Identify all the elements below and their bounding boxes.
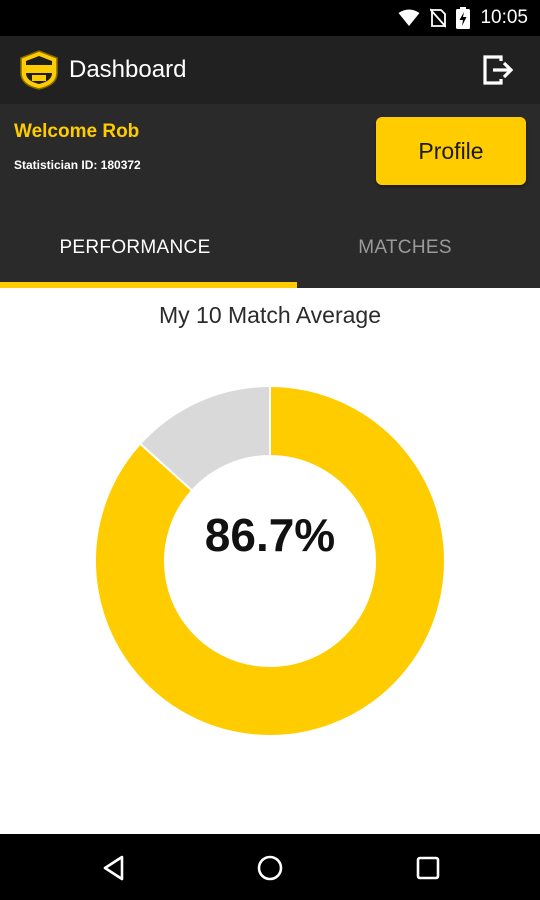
statistician-id: Statistician ID: 180372 [14,158,141,172]
logout-button[interactable] [478,50,518,90]
no-sim-icon [430,8,447,28]
app-logo-icon [20,50,58,90]
status-bar: 10:05 [0,0,540,36]
wifi-icon [398,9,420,26]
logout-icon [483,55,514,85]
recents-icon [416,856,440,880]
app-bar: Dashboard [0,36,540,104]
tab-matches[interactable]: MATCHES [270,208,540,288]
welcome-text: Welcome Rob [14,121,140,142]
nav-home-button[interactable] [248,846,292,890]
tab-performance[interactable]: PERFORMANCE [0,208,270,288]
app-title: Dashboard [69,56,187,83]
donut-center-value: 86.7% [204,509,336,561]
performance-content: My 10 Match Average 86.7% [0,288,540,834]
system-nav-bar [0,834,540,900]
status-time: 10:05 [480,7,528,28]
back-icon [103,855,124,881]
nav-recents-button[interactable] [406,846,450,890]
nav-back-button[interactable] [92,846,136,890]
user-header-panel: Welcome Rob Statistician ID: 180372 Prof… [0,104,540,288]
profile-button[interactable]: Profile [376,117,526,185]
battery-charging-icon [456,7,471,29]
home-icon [257,855,283,881]
